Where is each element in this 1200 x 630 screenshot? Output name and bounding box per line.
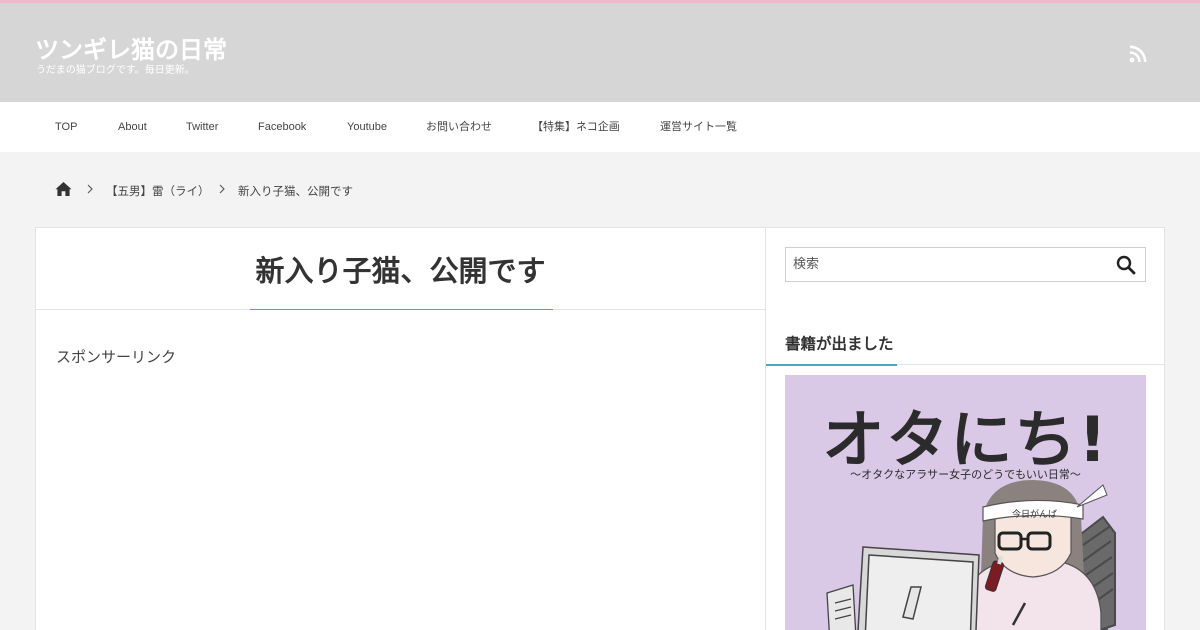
chevron-right-icon xyxy=(219,184,225,194)
widget-title-accent xyxy=(766,364,897,366)
nav-item-top[interactable]: TOP xyxy=(55,102,77,152)
post-title: 新入り子猫、公開です xyxy=(255,254,546,288)
search-form xyxy=(785,247,1146,282)
sponsor-link-label: スポンサーリンク xyxy=(56,348,177,366)
book-illustration: 今日がんば xyxy=(826,480,1116,630)
main-content: 新入り子猫、公開です スポンサーリンク xyxy=(35,227,766,630)
nav-item-about[interactable]: About xyxy=(118,102,147,152)
breadcrumb: 【五男】雷（ライ） 新入り子猫、公開です xyxy=(55,180,655,200)
title-underline xyxy=(250,309,553,310)
nav-item-special[interactable]: 【特集】ネコ企画 xyxy=(532,102,620,152)
book-banner[interactable]: オタにち! 〜オタクなアラサー女子のどうでもいい日常〜 今日がんば xyxy=(785,375,1146,630)
sidebar: 書籍が出ました オタにち! 〜オタクなアラサー女子のどうでもいい日常〜 xyxy=(765,227,1165,630)
headband-text: 今日がんば xyxy=(1012,508,1057,520)
breadcrumb-current: 新入り子猫、公開です xyxy=(238,184,353,198)
nav-item-facebook[interactable]: Facebook xyxy=(258,102,306,152)
post-header: 新入り子猫、公開です xyxy=(36,228,765,310)
site-title[interactable]: ツンギレ猫の日常 xyxy=(35,30,227,65)
site-description: うだまの猫ブログです。毎日更新。 xyxy=(36,65,195,76)
search-icon[interactable] xyxy=(1116,255,1136,275)
home-icon[interactable] xyxy=(55,181,72,197)
chevron-right-icon xyxy=(87,184,93,194)
rss-icon[interactable] xyxy=(1129,45,1147,63)
pc-tower xyxy=(826,584,857,630)
nav-item-youtube[interactable]: Youtube xyxy=(347,102,387,152)
widget-title: 書籍が出ました xyxy=(785,335,894,353)
global-nav: TOP About Twitter Facebook Youtube お問い合わ… xyxy=(0,102,1200,152)
site-header: ツンギレ猫の日常 うだまの猫ブログです。毎日更新。 xyxy=(0,0,1200,102)
breadcrumb-category[interactable]: 【五男】雷（ライ） xyxy=(106,183,210,199)
nav-item-contact[interactable]: お問い合わせ xyxy=(426,102,492,152)
search-input[interactable] xyxy=(786,248,1106,281)
nav-item-twitter[interactable]: Twitter xyxy=(186,102,218,152)
nav-item-sites[interactable]: 運営サイト一覧 xyxy=(660,102,737,152)
monitor xyxy=(857,546,980,630)
